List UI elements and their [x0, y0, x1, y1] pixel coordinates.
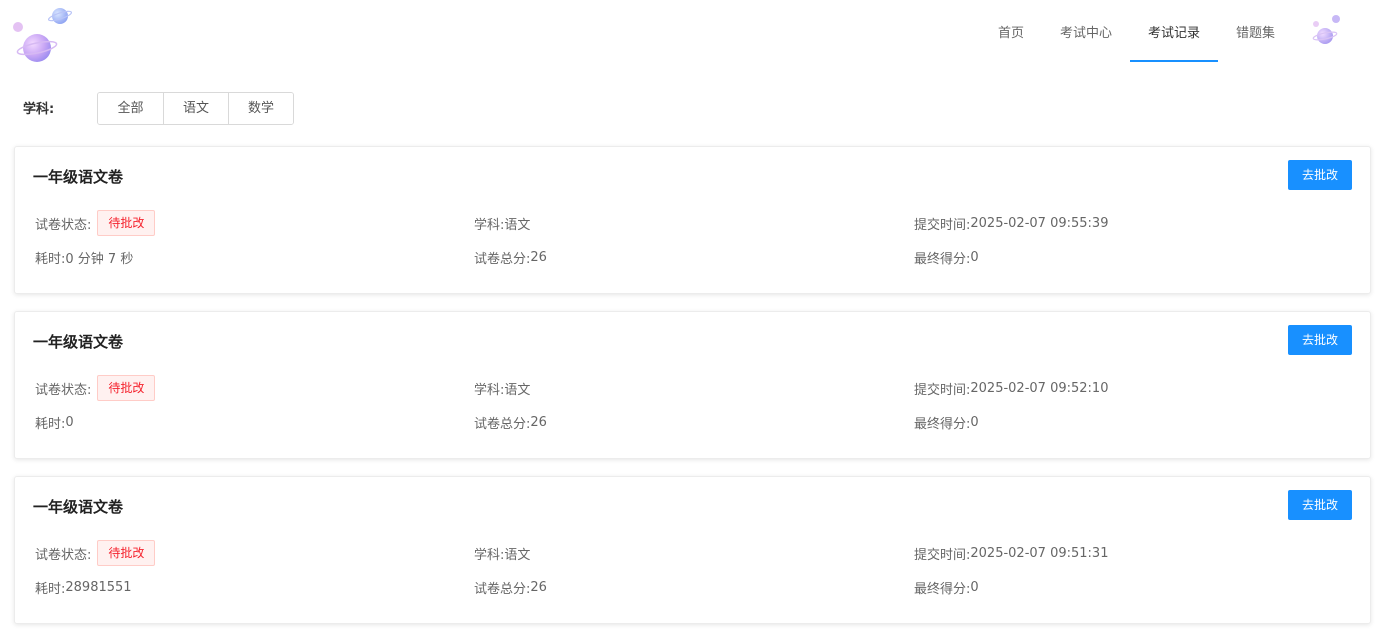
- submit-time-field: 提交时间: 2025-02-07 09:52:10: [914, 374, 1108, 402]
- subject-label: 学科:: [474, 217, 505, 233]
- final-score-label: 最终得分:: [914, 581, 971, 597]
- main-nav: 首页 考试中心 考试记录 错题集: [980, 0, 1293, 62]
- subject-value: 语文: [504, 217, 531, 233]
- status-badge: 待批改: [97, 375, 156, 401]
- subject-label: 学科:: [474, 382, 505, 398]
- total-score-label: 试卷总分:: [474, 581, 531, 597]
- duration-field: 耗时: 0: [35, 412, 74, 432]
- status-badge: 待批改: [97, 210, 156, 236]
- nav-exam-records[interactable]: 考试记录: [1130, 0, 1219, 62]
- final-score-label: 最终得分:: [914, 251, 971, 267]
- planet-avatar-icon[interactable]: [1308, 12, 1348, 48]
- nav-home[interactable]: 首页: [980, 0, 1042, 62]
- final-score-value: 0: [970, 414, 979, 430]
- status-label: 试卷状态:: [35, 217, 92, 233]
- duration-label: 耗时:: [35, 581, 66, 597]
- subject-field: 学科: 语文: [474, 374, 530, 402]
- subject-field: 学科: 语文: [474, 209, 530, 237]
- subject-label: 学科:: [474, 547, 505, 563]
- status-field: 试卷状态: 待批改: [35, 374, 156, 402]
- subject-filter-group: 全部 语文 数学: [97, 92, 294, 125]
- nav-wrong-questions[interactable]: 错题集: [1218, 0, 1293, 62]
- final-score-field: 最终得分: 0: [914, 412, 979, 432]
- subject-field: 学科: 语文: [474, 539, 530, 567]
- status-label: 试卷状态:: [35, 382, 92, 398]
- grade-button[interactable]: 去批改: [1288, 160, 1352, 190]
- total-score-label: 试卷总分:: [474, 251, 531, 267]
- submit-time-value: 2025-02-07 09:51:31: [970, 545, 1109, 561]
- total-score-field: 试卷总分: 26: [474, 247, 547, 267]
- total-score-value: 26: [530, 414, 547, 430]
- submit-time-field: 提交时间: 2025-02-07 09:55:39: [914, 209, 1108, 237]
- status-badge: 待批改: [97, 540, 156, 566]
- filter-math-button[interactable]: 数学: [228, 93, 293, 124]
- submit-time-value: 2025-02-07 09:55:39: [970, 215, 1109, 231]
- final-score-field: 最终得分: 0: [914, 577, 979, 597]
- duration-field: 耗时: 28981551: [35, 577, 132, 597]
- exam-record-card: 一年级语文卷 去批改 试卷状态: 待批改 学科: 语文 提交时间: 2025-0…: [14, 146, 1371, 294]
- duration-label: 耗时:: [35, 416, 66, 432]
- status-field: 试卷状态: 待批改: [35, 539, 156, 567]
- duration-value: 28981551: [65, 579, 132, 595]
- status-field: 试卷状态: 待批改: [35, 209, 156, 237]
- duration-field: 耗时: 0 分钟 7 秒: [35, 247, 133, 267]
- submit-time-field: 提交时间: 2025-02-07 09:51:31: [914, 539, 1108, 567]
- duration-label: 耗时:: [35, 251, 66, 267]
- total-score-label: 试卷总分:: [474, 416, 531, 432]
- submit-time-value: 2025-02-07 09:52:10: [970, 380, 1109, 396]
- total-score-field: 试卷总分: 26: [474, 412, 547, 432]
- planet-logo-icon[interactable]: [10, 4, 80, 66]
- total-score-field: 试卷总分: 26: [474, 577, 547, 597]
- final-score-field: 最终得分: 0: [914, 247, 979, 267]
- top-header: 首页 考试中心 考试记录 错题集: [0, 0, 1400, 66]
- final-score-value: 0: [970, 579, 979, 595]
- status-label: 试卷状态:: [35, 547, 92, 563]
- exam-title: 一年级语文卷: [33, 498, 124, 516]
- exam-record-card: 一年级语文卷 去批改 试卷状态: 待批改 学科: 语文 提交时间: 2025-0…: [14, 476, 1371, 624]
- submit-time-label: 提交时间:: [914, 217, 971, 233]
- grade-button[interactable]: 去批改: [1288, 325, 1352, 355]
- nav-exam-center[interactable]: 考试中心: [1042, 0, 1130, 62]
- duration-value: 0: [65, 414, 74, 430]
- exam-title: 一年级语文卷: [33, 168, 124, 186]
- final-score-value: 0: [970, 249, 979, 265]
- subject-value: 语文: [504, 382, 531, 398]
- exam-title: 一年级语文卷: [33, 333, 124, 351]
- submit-time-label: 提交时间:: [914, 547, 971, 563]
- grade-button[interactable]: 去批改: [1288, 490, 1352, 520]
- total-score-value: 26: [530, 579, 547, 595]
- exam-record-card: 一年级语文卷 去批改 试卷状态: 待批改 学科: 语文 提交时间: 2025-0…: [14, 311, 1371, 459]
- filter-all-button[interactable]: 全部: [98, 93, 163, 124]
- subject-filter-label: 学科:: [23, 102, 55, 117]
- subject-value: 语文: [504, 547, 531, 563]
- total-score-value: 26: [530, 249, 547, 265]
- filter-chinese-button[interactable]: 语文: [163, 93, 228, 124]
- final-score-label: 最终得分:: [914, 416, 971, 432]
- submit-time-label: 提交时间:: [914, 382, 971, 398]
- duration-value: 0 分钟 7 秒: [65, 251, 134, 267]
